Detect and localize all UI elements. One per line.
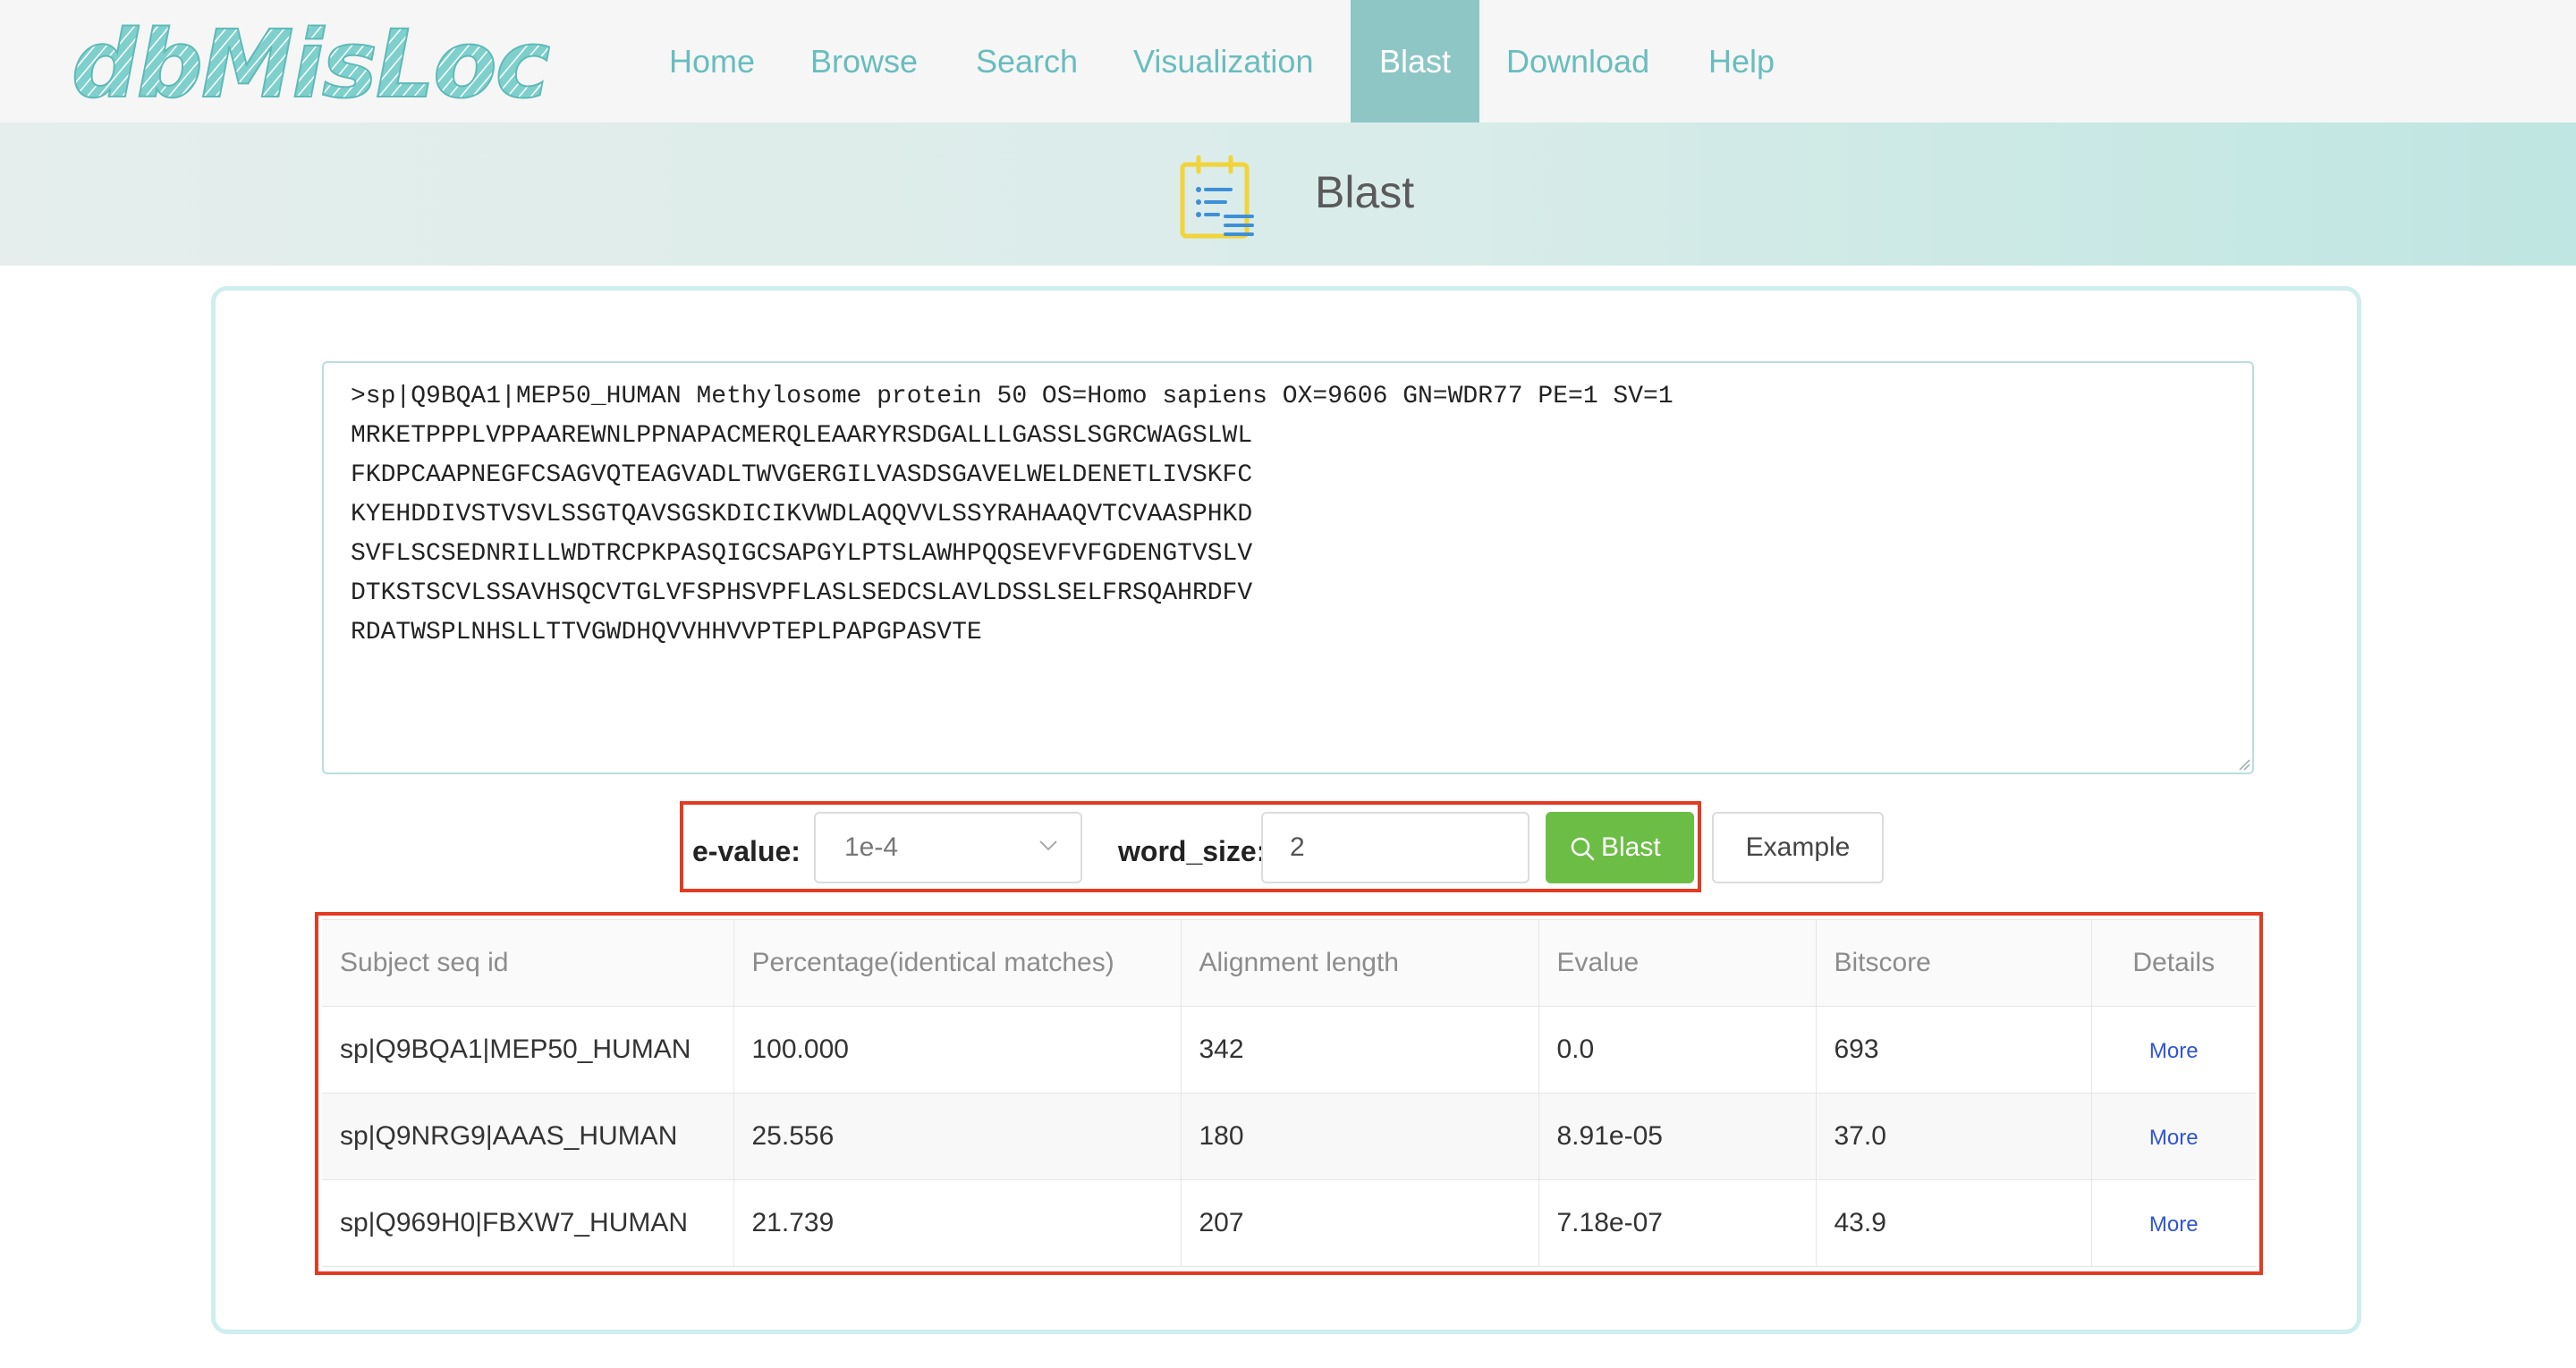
column-header-details: Details — [2091, 919, 2256, 1007]
cell-details: More — [2091, 1006, 2256, 1094]
cell-length: 342 — [1181, 1006, 1539, 1094]
example-button[interactable]: Example — [1712, 812, 1884, 883]
cell-evalue: 8.91e-05 — [1538, 1093, 1817, 1180]
top-navbar: dbMisLoc Home Browse Search Visualizatio… — [0, 0, 2576, 122]
site-logo[interactable]: dbMisLoc — [68, 7, 569, 114]
search-icon — [1571, 837, 1595, 861]
table-header-row: Subject seq id Percentage(identical matc… — [322, 919, 2256, 1007]
logo-text: dbMisLoc — [72, 10, 550, 114]
cell-percentage: 100.000 — [733, 1006, 1182, 1094]
resize-handle-icon[interactable] — [2238, 758, 2250, 771]
cell-evalue: 0.0 — [1538, 1006, 1817, 1094]
cell-evalue: 7.18e-07 — [1538, 1179, 1817, 1267]
column-header-length: Alignment length — [1181, 919, 1539, 1007]
column-header-subject: Subject seq id — [322, 919, 734, 1007]
cell-bitscore: 43.9 — [1816, 1179, 2092, 1267]
chevron-down-icon — [1039, 840, 1057, 851]
column-header-percentage: Percentage(identical matches) — [733, 919, 1182, 1007]
cell-length: 180 — [1181, 1093, 1539, 1180]
document-list-icon — [1180, 155, 1254, 239]
cell-details: More — [2091, 1179, 2256, 1267]
cell-subject: sp|Q969H0|FBXW7_HUMAN — [322, 1179, 734, 1267]
cell-bitscore: 37.0 — [1816, 1093, 2092, 1180]
more-link[interactable]: More — [2149, 1126, 2199, 1150]
table-row: sp|Q9BQA1|MEP50_HUMAN 100.000 342 0.0 69… — [322, 1006, 2256, 1094]
cell-percentage: 25.556 — [733, 1093, 1182, 1180]
more-link[interactable]: More — [2149, 1039, 2199, 1063]
nav-search[interactable]: Search — [976, 0, 1078, 122]
nav-browse[interactable]: Browse — [810, 0, 918, 122]
cell-subject: sp|Q9NRG9|AAAS_HUMAN — [322, 1093, 734, 1180]
word-size-input[interactable] — [1261, 812, 1530, 883]
evalue-label: e-value: — [692, 835, 801, 867]
blast-button[interactable]: Blast — [1546, 812, 1694, 883]
nav-help[interactable]: Help — [1708, 0, 1775, 122]
cell-percentage: 21.739 — [733, 1179, 1182, 1267]
cell-length: 207 — [1181, 1179, 1539, 1267]
table-row: sp|Q969H0|FBXW7_HUMAN 21.739 207 7.18e-0… — [322, 1179, 2256, 1267]
column-header-evalue: Evalue — [1538, 919, 1817, 1007]
nav-download[interactable]: Download — [1506, 0, 1649, 122]
sequence-input[interactable]: >sp|Q9BQA1|MEP50_HUMAN Methylosome prote… — [322, 361, 2254, 774]
page-title: Blast — [1315, 167, 1415, 217]
blast-button-label: Blast — [1601, 832, 1661, 862]
column-header-bitscore: Bitscore — [1816, 919, 2092, 1007]
cell-bitscore: 693 — [1816, 1006, 2092, 1094]
more-link[interactable]: More — [2149, 1212, 2199, 1237]
nav-visualization[interactable]: Visualization — [1133, 0, 1313, 122]
results-table: Subject seq id Percentage(identical matc… — [322, 919, 2256, 1267]
evalue-select[interactable]: 1e-4 — [814, 812, 1082, 883]
nav-blast[interactable]: Blast — [1351, 0, 1479, 122]
page-header: Blast — [0, 122, 2576, 266]
table-row: sp|Q9NRG9|AAAS_HUMAN 25.556 180 8.91e-05… — [322, 1093, 2256, 1180]
evalue-value: 1e-4 — [844, 832, 899, 862]
cell-subject: sp|Q9BQA1|MEP50_HUMAN — [322, 1006, 734, 1094]
word-size-label: word_size: — [1118, 835, 1267, 867]
cell-details: More — [2091, 1093, 2256, 1180]
nav-home[interactable]: Home — [669, 0, 755, 122]
